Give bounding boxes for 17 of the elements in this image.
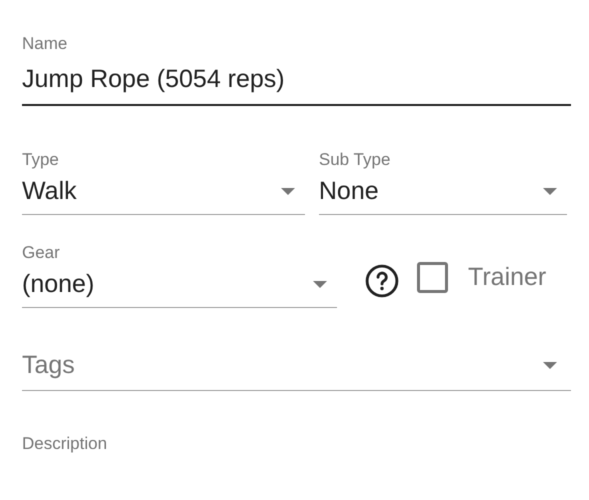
caret-icon — [313, 280, 327, 288]
trainer-checkbox[interactable] — [417, 262, 448, 293]
dropdown-field[interactable]: None — [318, 170, 567, 215]
caret-icon — [280, 188, 295, 194]
checkbox-label: Trainer — [468, 262, 546, 292]
field-label: Type — [22, 150, 60, 170]
field-label: Sub Type — [318, 150, 392, 170]
caret-icon — [543, 188, 557, 194]
field-label: Gear — [22, 243, 61, 263]
name-input-field[interactable]: Jump Rope (5054 reps) — [22, 54, 571, 106]
caret-icon — [543, 362, 557, 368]
field-label: Description — [22, 434, 108, 453]
field-label: Name — [22, 34, 68, 54]
dropdown-field[interactable]: (none) — [22, 263, 337, 308]
tags-dropdown-field[interactable]: Tags — [22, 350, 571, 391]
dropdown-field[interactable]: Walk — [22, 170, 305, 215]
help-icon[interactable] — [365, 264, 399, 298]
